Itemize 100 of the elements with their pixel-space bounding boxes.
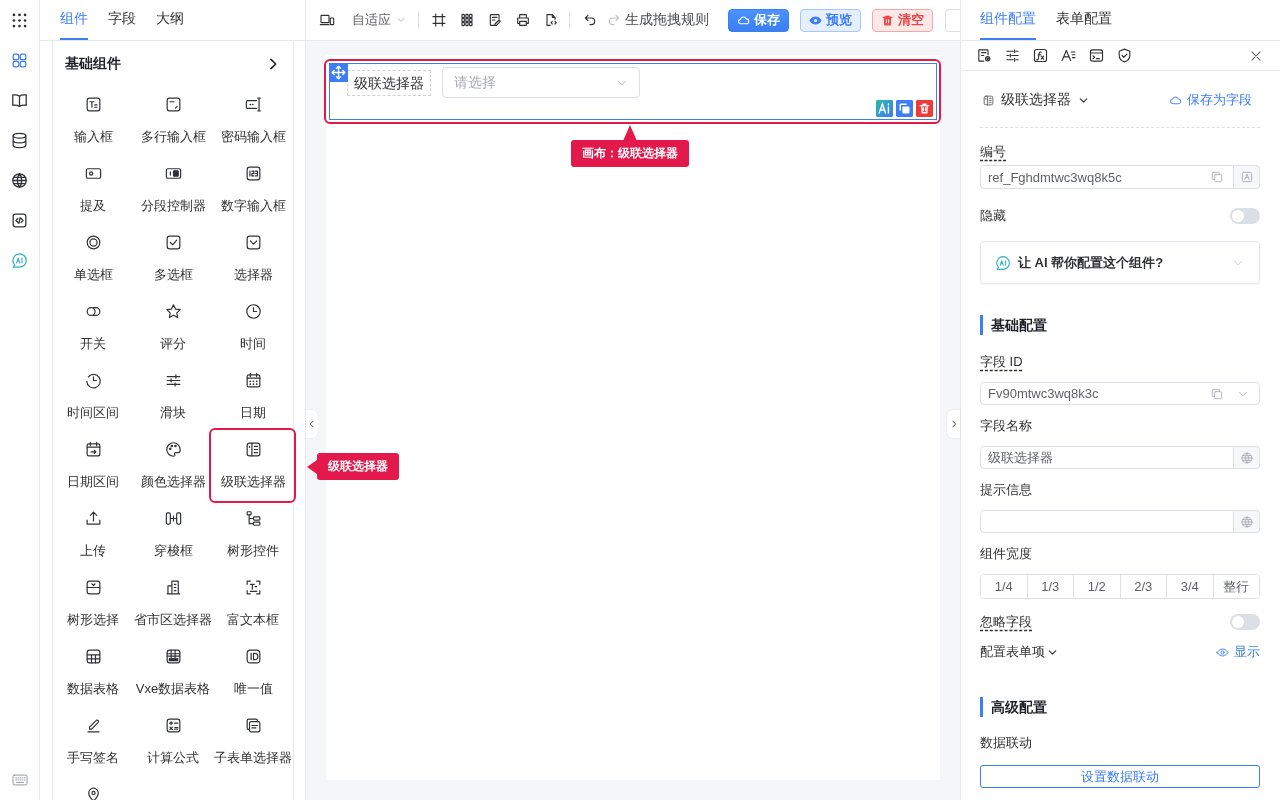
field-label: 编号 [980, 143, 1006, 161]
book-icon[interactable] [10, 91, 29, 110]
grid-icon[interactable] [10, 51, 29, 70]
ref-input[interactable]: ref_Fghdmtwc3wq8k5c [980, 165, 1234, 189]
component-item[interactable]: 时间区间 [53, 363, 133, 432]
transfer-icon [163, 509, 183, 528]
shield-check-icon[interactable] [1116, 47, 1133, 64]
printer-icon[interactable] [515, 12, 531, 28]
component-item[interactable]: 富文本框 [213, 570, 293, 639]
panel-tab[interactable]: 组件配置 [980, 0, 1036, 40]
component-item[interactable]: 多行输入框 [133, 87, 213, 156]
component-item[interactable]: 评分 [133, 294, 213, 363]
globe-icon [1239, 514, 1254, 529]
component-item[interactable]: 数据表格 [53, 639, 133, 708]
trash-icon [881, 13, 894, 27]
field-name-input[interactable]: 级联选择器 [980, 446, 1234, 469]
component-item[interactable]: 多选框 [133, 225, 213, 294]
copy-icon[interactable] [896, 100, 913, 117]
letter-box-icon [1239, 170, 1254, 184]
save-as-field-link[interactable]: 保存为字段 [1169, 91, 1252, 109]
component-item[interactable]: 省市区选择器 [133, 570, 213, 639]
star-icon [163, 302, 183, 321]
panel-tab[interactable]: 表单配置 [1056, 0, 1112, 40]
terminal-icon[interactable] [1088, 47, 1105, 64]
component-item[interactable]: 开关 [53, 294, 133, 363]
section-title: 高级配置 [980, 697, 1047, 717]
component-item[interactable]: 提及 [53, 156, 133, 225]
form-settings-icon[interactable] [976, 47, 993, 64]
component-item[interactable]: Vxe数据表格 [133, 639, 213, 708]
component-item[interactable]: 滑块 [133, 363, 213, 432]
ai-chat-icon [994, 253, 1012, 272]
eye-icon [809, 13, 822, 27]
field-id-select[interactable]: Fv90mtwc3wq8k3c [980, 382, 1260, 405]
field-label: 隐藏 [980, 207, 1006, 225]
app-menu-icon[interactable] [10, 11, 29, 30]
code-file-icon[interactable] [543, 12, 559, 28]
component-item[interactable]: 密码输入框 [213, 87, 293, 156]
component-item[interactable]: 选择器 [213, 225, 293, 294]
form-field-row[interactable]: 级联选择器 请选择 [329, 63, 937, 120]
ignore-toggle[interactable] [1230, 614, 1260, 630]
component-item[interactable]: 单选框 [53, 225, 133, 294]
ai-badge-icon[interactable] [876, 100, 893, 117]
component-item[interactable]: 手写签名 [53, 708, 133, 777]
component-item[interactable]: 级联选择器 [213, 432, 293, 501]
component-item[interactable]: 树形控件 [213, 501, 293, 570]
collapse-handle[interactable] [306, 410, 318, 438]
ai-assist-prompt: 让 AI 帮你配置这个组件? [1018, 253, 1164, 272]
section-title: 基础配置 [980, 315, 1047, 335]
globe-icon [1239, 450, 1254, 465]
chevron-left-icon [307, 419, 317, 429]
component-item[interactable]: 日期 [213, 363, 293, 432]
component-item[interactable]: 数字输入框 [213, 156, 293, 225]
component-item[interactable]: 穿梭框 [133, 501, 213, 570]
width-option[interactable]: 整行 [1212, 575, 1259, 598]
pointer-triangle-icon [307, 459, 317, 474]
panel-tab[interactable]: 组件 [60, 0, 88, 40]
generate-rules-button[interactable]: 生成拖拽规则 [625, 11, 709, 29]
devices-icon[interactable] [319, 12, 335, 28]
cloud-icon [1169, 93, 1182, 107]
component-type-dropdown[interactable]: 级联选择器 [980, 91, 1090, 109]
layout-dropdown[interactable]: 自适应 [352, 11, 407, 29]
panel-title: 基础组件 [65, 55, 121, 73]
data-linkage-button[interactable]: 设置数据联动 [980, 765, 1260, 788]
component-item[interactable]: 颜色选择器 [133, 432, 213, 501]
keyboard-icon[interactable] [9, 773, 30, 787]
component-item[interactable]: 唯一值 [213, 639, 293, 708]
panel-tab[interactable]: 大纲 [156, 0, 184, 40]
component-item[interactable]: 计算公式 [133, 708, 213, 777]
crop-frame-icon[interactable] [431, 12, 447, 28]
field-label: 级联选择器 [347, 70, 431, 96]
component-item[interactable]: 时间 [213, 294, 293, 363]
component-item[interactable]: 分段控制器 [133, 156, 213, 225]
function-icon[interactable] [1032, 47, 1049, 64]
ai-assist-card[interactable]: 让 AI 帮你配置这个组件? [980, 241, 1260, 284]
undo-icon[interactable] [582, 12, 598, 28]
form-items-toggle[interactable]: 配置表单项 [980, 643, 1059, 661]
database-icon[interactable] [10, 131, 29, 150]
field-label: 提示信息 [980, 481, 1032, 499]
show-link[interactable]: 显示 [1216, 643, 1260, 661]
component-item[interactable]: 子表单选择器 [213, 708, 293, 777]
panel-tab[interactable]: 字段 [108, 0, 136, 40]
sliders-icon[interactable] [1004, 47, 1021, 64]
close-icon[interactable] [1249, 48, 1263, 63]
component-item[interactable]: 日期区间 [53, 432, 133, 501]
edit-document-icon[interactable] [487, 12, 503, 28]
globe-icon[interactable] [10, 171, 29, 190]
cascader-icon [982, 93, 995, 107]
collapse-handle[interactable] [947, 410, 960, 438]
code-icon[interactable] [10, 211, 29, 230]
component-item[interactable]: 输入框 [53, 87, 133, 156]
component-item[interactable]: 上传 [53, 501, 133, 570]
text-style-icon[interactable] [1060, 47, 1077, 64]
delete-icon[interactable] [916, 100, 933, 117]
palette-icon [163, 440, 183, 459]
field-label: 字段名称 [980, 417, 1032, 435]
component-item[interactable]: 树形选择 [53, 570, 133, 639]
hidden-toggle[interactable] [1230, 208, 1260, 224]
hint-input[interactable] [980, 510, 1234, 533]
dots-grid-icon[interactable] [459, 12, 475, 28]
move-handle-icon[interactable] [328, 62, 348, 82]
